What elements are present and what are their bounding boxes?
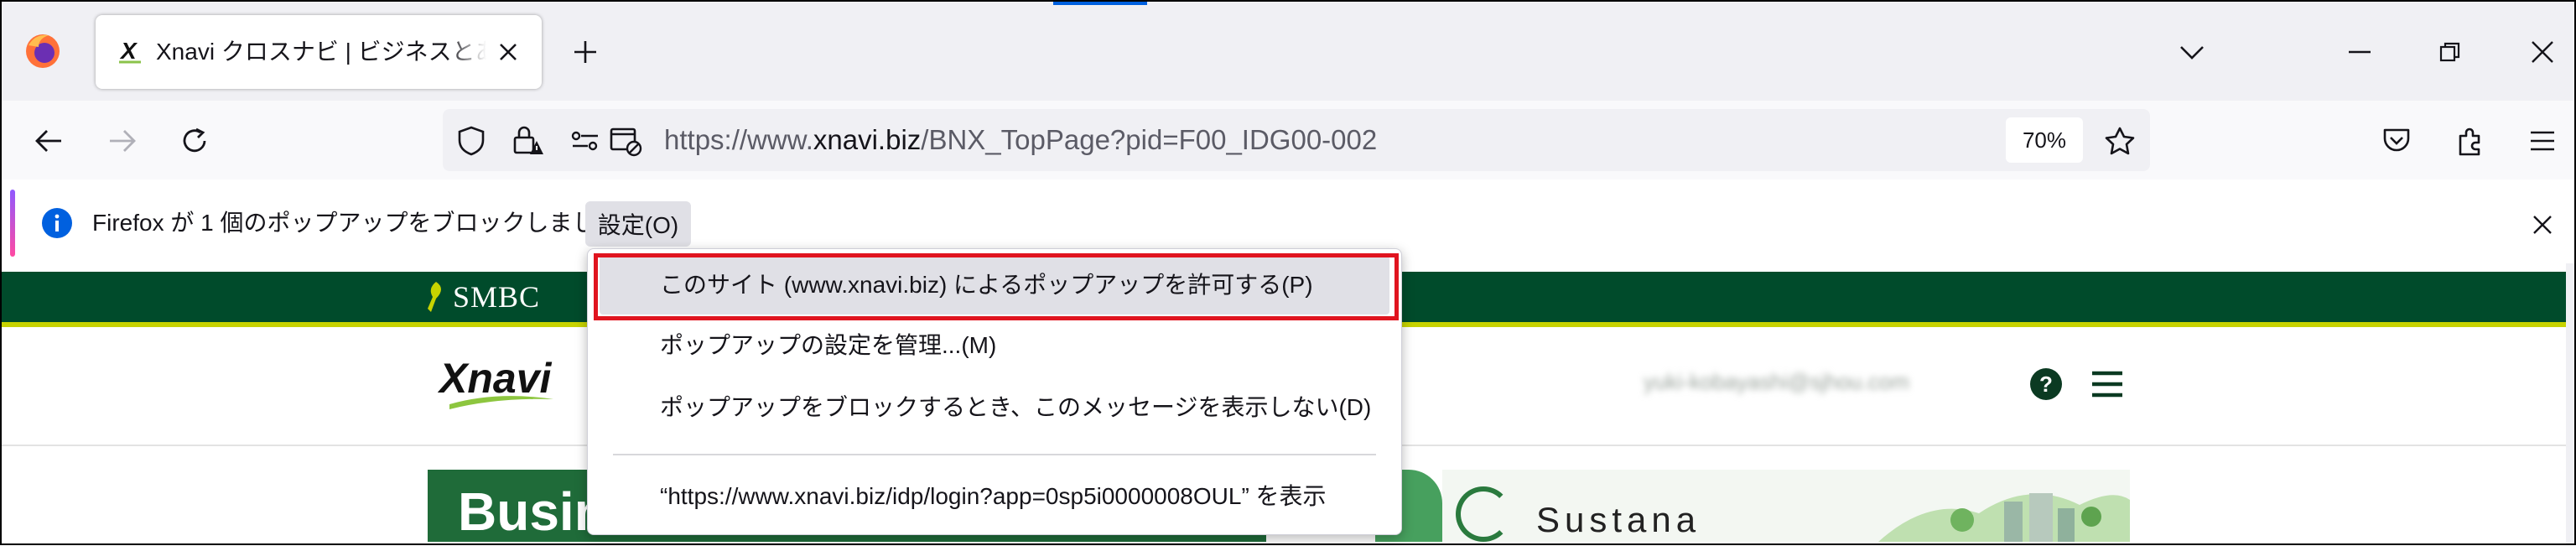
firefox-icon[interactable] — [23, 32, 62, 70]
permissions-icon[interactable] — [567, 122, 604, 159]
site-menu-icon[interactable] — [2086, 366, 2128, 403]
xnavi-logo[interactable]: Xnavi — [437, 352, 565, 419]
sustainability-ring-icon — [1456, 486, 1511, 542]
favicon-letter: X — [119, 38, 138, 64]
sustainability-banner-text: Sustana — [1536, 500, 1701, 539]
popup-blocked-icon[interactable] — [607, 122, 644, 159]
xnavi-logo-text: Xnavi — [438, 355, 553, 402]
shield-icon[interactable] — [453, 122, 490, 159]
url-text[interactable]: https://www.xnavi.biz/BNX_TopPage?pid=F0… — [664, 122, 1377, 158]
business-banner-text: Busin — [458, 481, 607, 542]
reload-icon[interactable] — [176, 122, 213, 159]
url-domain: xnavi.biz — [813, 124, 922, 155]
smbc-mark-icon — [428, 282, 441, 312]
notification-message: Firefox が 1 個のポップアップをブロックしました。 — [92, 210, 643, 236]
active-tab[interactable]: X Xnavi クロスナビ | ビジネスとあなたの — [96, 15, 542, 89]
zoom-level-button[interactable]: 70% — [2006, 117, 2083, 163]
back-arrow-icon[interactable] — [30, 122, 67, 159]
url-prefix: https://www. — [664, 124, 813, 155]
city-illustration-icon — [1878, 471, 2130, 542]
star-icon[interactable] — [2101, 122, 2138, 159]
chevron-down-icon[interactable] — [2174, 34, 2210, 70]
notification-accent-bar — [10, 190, 15, 257]
tab-close-icon[interactable] — [491, 35, 525, 69]
url-path: /BNX_TopPage?pid=F00_IDG00-002 — [921, 124, 1378, 155]
plus-icon[interactable] — [567, 34, 604, 70]
minimize-icon[interactable] — [2341, 34, 2378, 70]
lock-warning-icon[interactable] — [510, 122, 547, 159]
hamburger-menu-icon[interactable] — [2524, 122, 2561, 159]
restore-icon[interactable] — [2432, 34, 2469, 70]
user-email[interactable]: yuki-kobayashi@sjhou.com — [1644, 369, 1909, 395]
tab-title: Xnavi クロスナビ | ビジネスとあなたの — [156, 39, 486, 65]
tab-drag-indicator — [1053, 0, 1147, 5]
smbc-logo[interactable]: SMBC — [424, 278, 540, 315]
settings-button[interactable]: 設定(O) — [585, 201, 691, 247]
help-icon[interactable]: ? — [2028, 366, 2064, 403]
menu-item-manage-popup-settings[interactable]: ポップアップの設定を管理...(M) — [588, 316, 1401, 375]
menu-item-dont-show-message[interactable]: ポップアップをブロックするとき、このメッセージを表示しない(D) — [588, 378, 1401, 437]
forward-arrow-icon[interactable] — [104, 122, 141, 159]
window-close-icon[interactable] — [2524, 34, 2561, 70]
info-icon — [40, 206, 74, 240]
svg-text:?: ? — [2039, 372, 2053, 397]
xnavi-favicon-icon: X — [116, 37, 148, 67]
menu-separator — [613, 454, 1376, 455]
close-icon[interactable] — [2524, 206, 2561, 243]
page-scrollbar[interactable] — [2566, 263, 2576, 545]
smbc-logo-text: SMBC — [453, 280, 541, 314]
pocket-icon[interactable] — [2378, 122, 2415, 159]
menu-item-show-blocked-popup[interactable]: “https://www.xnavi.biz/idp/login?app=0sp… — [588, 467, 1401, 526]
highlight-box — [594, 253, 1399, 320]
extensions-icon[interactable] — [2452, 122, 2489, 159]
